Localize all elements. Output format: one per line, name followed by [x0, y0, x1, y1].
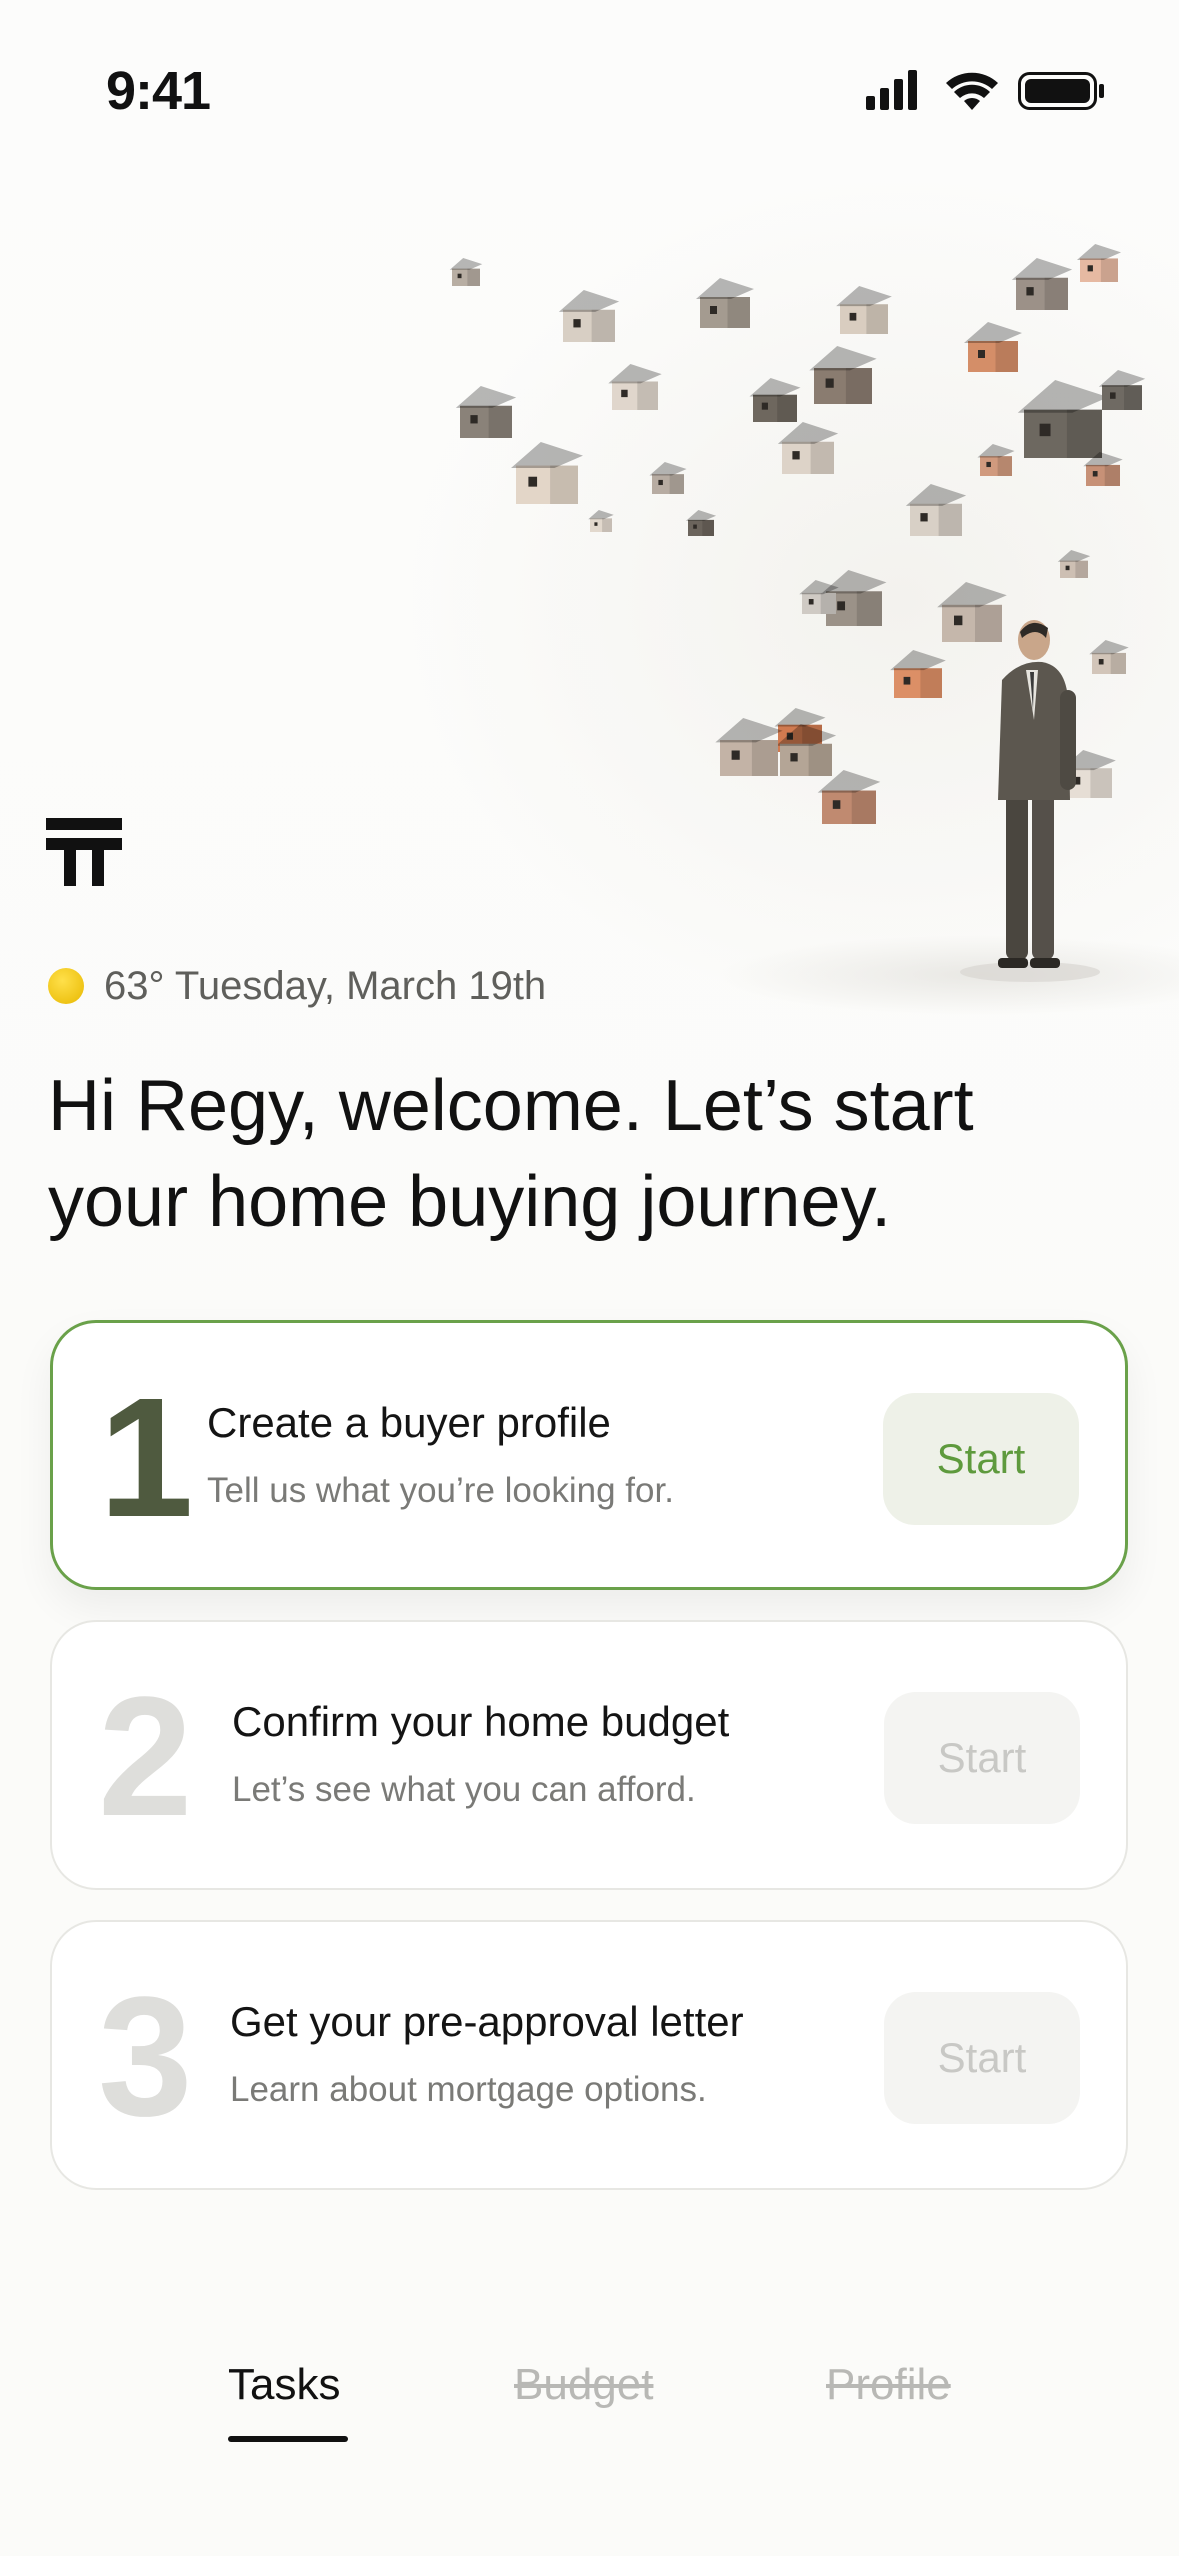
- man-figure: [960, 620, 1100, 982]
- bottom-tab-bar: Tasks Budget Profile: [0, 2340, 1179, 2480]
- house-icon: [558, 290, 620, 342]
- task-number: 1: [99, 1363, 194, 1553]
- house-icon: [1098, 370, 1146, 410]
- house-icon: [1011, 258, 1073, 310]
- house-icon: [977, 444, 1015, 476]
- task-card-home-budget: 2 Confirm your home budget Let’s see wha…: [50, 1620, 1128, 1890]
- house-icon: [649, 462, 687, 494]
- status-bar: 9:41: [0, 0, 1179, 180]
- house-icon: [715, 718, 783, 776]
- house-icon: [455, 386, 517, 438]
- weather-text: 63° Tuesday, March 19th: [104, 964, 546, 1009]
- house-icon: [1057, 550, 1091, 578]
- selected-tab-indicator: [228, 2436, 348, 2442]
- floating-houses-illustration: [449, 244, 1179, 1015]
- house-icon: [449, 258, 483, 286]
- start-button[interactable]: Start: [883, 1393, 1079, 1525]
- house-icon: [1089, 640, 1129, 674]
- house-icon: [836, 286, 892, 334]
- status-time: 9:41: [106, 61, 211, 121]
- house-icon: [696, 278, 754, 328]
- task-title: Get your pre-approval letter: [230, 1998, 744, 2045]
- weather-row: 63° Tuesday, March 19th: [48, 960, 546, 1012]
- house-icon: [905, 484, 967, 536]
- brand-logo: [46, 818, 122, 886]
- house-icon: [608, 364, 662, 410]
- house-icon: [809, 346, 877, 404]
- cellular-signal-icon: [866, 70, 917, 110]
- tab-profile[interactable]: Profile: [826, 2360, 951, 2410]
- task-title: Confirm your home budget: [232, 1698, 730, 1745]
- house-icon: [511, 442, 583, 504]
- house-icon: [685, 510, 717, 536]
- house-icon: [588, 510, 614, 532]
- task-card-buyer-profile[interactable]: 1 Create a buyer profile Tell us what yo…: [50, 1320, 1128, 1590]
- house-icon: [1017, 380, 1109, 458]
- house-icon: [817, 770, 881, 824]
- house-icon: [890, 650, 946, 698]
- house-icon: [937, 582, 1007, 642]
- task-title: Create a buyer profile: [207, 1399, 611, 1446]
- status-icons: [866, 70, 1104, 110]
- date: Tuesday, March 19th: [174, 963, 547, 1008]
- start-button[interactable]: Start: [884, 1992, 1080, 2124]
- wifi-icon: [946, 72, 998, 110]
- task-number: 3: [98, 1962, 193, 2152]
- task-subtitle: Tell us what you’re looking for.: [207, 1471, 674, 1510]
- welcome-heading: Hi Regy, welcome. Let’s start your home …: [48, 1066, 974, 1242]
- house-icon: [1076, 244, 1122, 282]
- task-card-pre-approval: 3 Get your pre-approval letter Learn abo…: [50, 1920, 1128, 2190]
- task-number: 2: [98, 1662, 193, 1852]
- tab-budget[interactable]: Budget: [514, 2360, 653, 2410]
- start-button[interactable]: Start: [884, 1692, 1080, 1824]
- house-icon: [777, 422, 839, 474]
- sun-icon: [48, 968, 84, 1004]
- temperature: 63°: [104, 963, 165, 1008]
- task-subtitle: Let’s see what you can afford.: [232, 1770, 696, 1809]
- house-icon: [964, 322, 1022, 372]
- task-subtitle: Learn about mortgage options.: [230, 2070, 707, 2109]
- house-icon: [749, 378, 801, 422]
- tab-tasks[interactable]: Tasks: [228, 2360, 340, 2410]
- battery-icon: [1018, 72, 1104, 110]
